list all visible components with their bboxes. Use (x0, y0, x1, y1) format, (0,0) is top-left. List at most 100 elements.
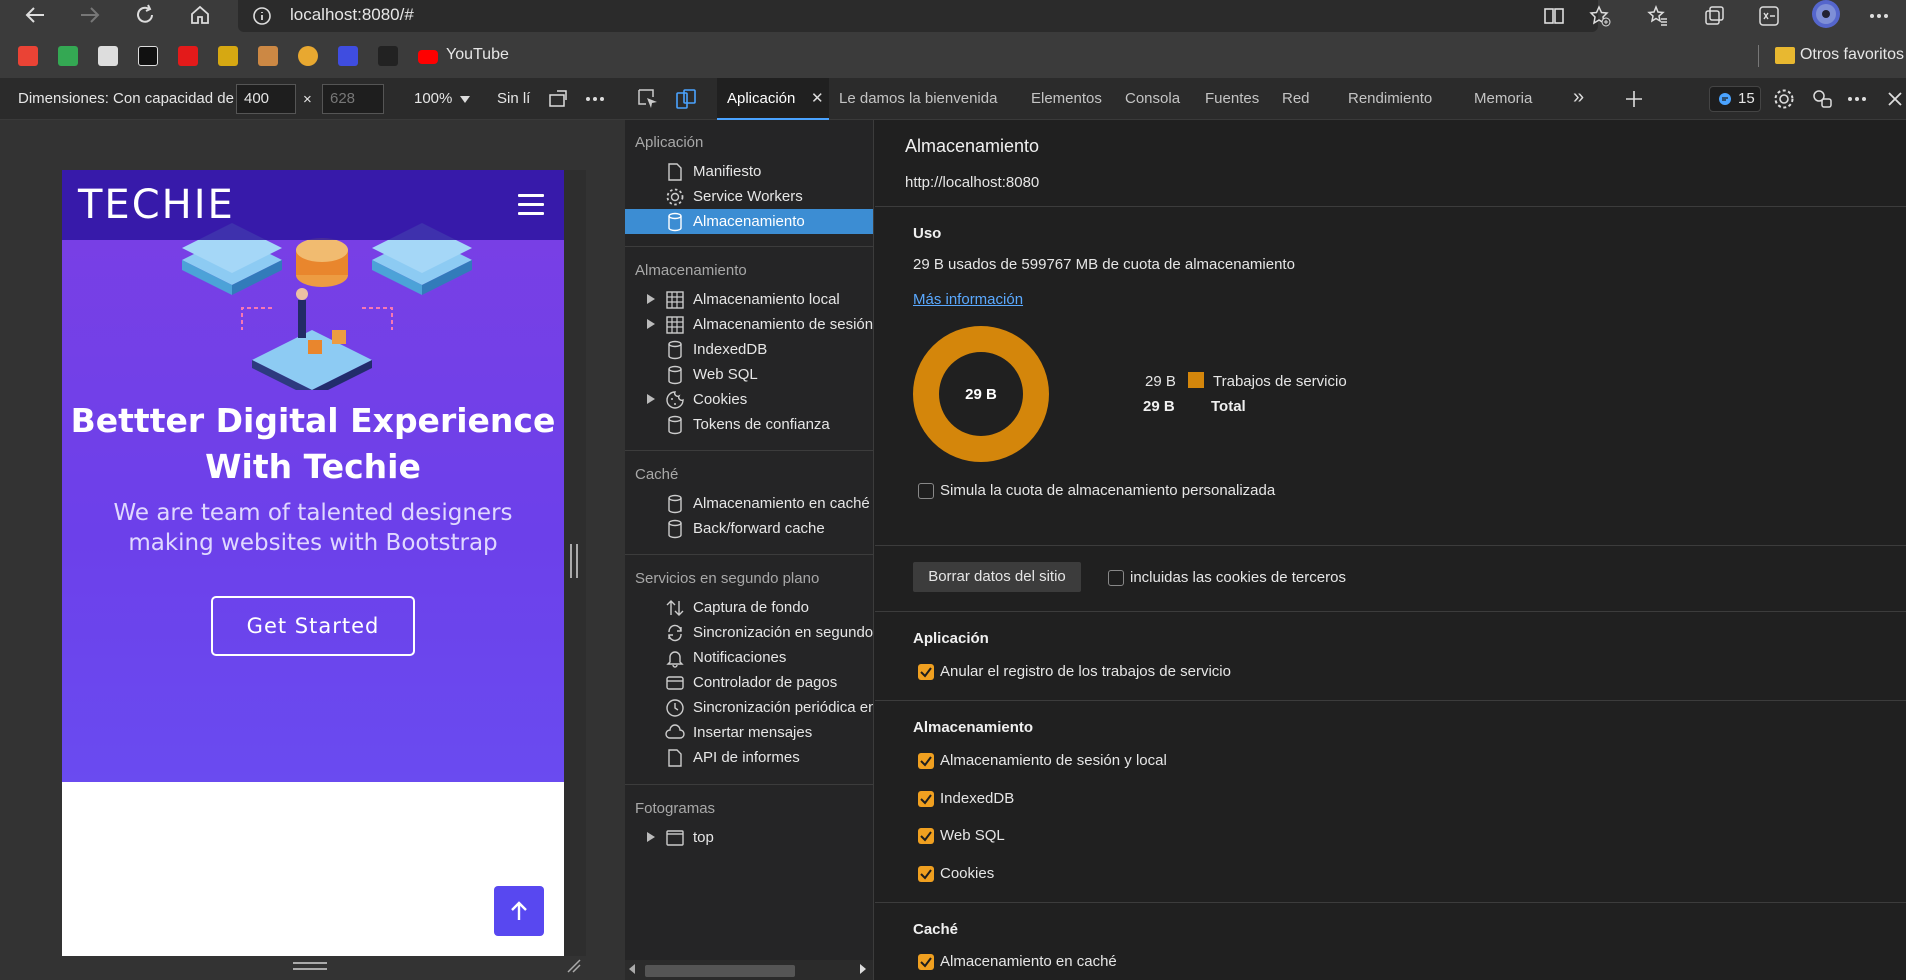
tab-elements[interactable]: Elementos (1031, 90, 1102, 107)
height-input[interactable]: 628 (322, 84, 384, 114)
bookmark-youtube[interactable]: YouTube (446, 46, 509, 64)
more-info-link[interactable]: Más información (913, 291, 1023, 308)
other-favorites[interactable]: Otros favoritos (1800, 46, 1904, 64)
rotate-icon[interactable] (548, 88, 570, 110)
dimensions-label[interactable]: Dimensiones: Con capacidad de (18, 90, 234, 107)
simulate-quota-checkbox[interactable] (918, 483, 934, 499)
inspect-icon[interactable] (637, 88, 659, 110)
bookmark-colorful-icon[interactable] (258, 46, 278, 66)
forward-button[interactable] (75, 2, 105, 28)
throttle-select[interactable]: Sin lí (497, 90, 533, 107)
scroll-right-icon[interactable] (860, 964, 866, 974)
sidebar-horizontal-scrollbar[interactable] (625, 960, 873, 980)
address-bar[interactable]: localhost:8080/# (238, 0, 1598, 32)
tab-performance[interactable]: Rendimiento (1348, 90, 1432, 107)
close-tab-icon[interactable]: ✕ (811, 89, 824, 107)
expand-arrow-icon[interactable] (647, 319, 655, 329)
sidebar-item-background-sync[interactable]: Sincronización en segundo (625, 620, 873, 645)
unregister-sw-label[interactable]: Anular el registro de los trabajos de se… (940, 663, 1231, 680)
bookmark-mask-icon[interactable] (218, 46, 238, 66)
bookmark-hex-icon[interactable] (298, 46, 318, 66)
sidebar-item-notifications[interactable]: Notificaciones (625, 645, 873, 670)
websql-label[interactable]: Web SQL (940, 827, 1005, 844)
folder-icon[interactable] (1775, 47, 1795, 64)
cookies-label[interactable]: Cookies (940, 865, 994, 882)
sidebar-item-reporting-api[interactable]: API de informes (625, 745, 873, 770)
width-input[interactable]: 400 (236, 84, 296, 114)
tab-console[interactable]: Consola (1125, 90, 1180, 107)
favorites-button[interactable] (1644, 3, 1672, 29)
immersive-reader-button[interactable] (1540, 3, 1568, 29)
profile-avatar[interactable] (1810, 0, 1842, 30)
get-started-button[interactable]: Get Started (211, 596, 415, 656)
sidebar-item-cookies[interactable]: Cookies (625, 387, 873, 412)
hamburger-menu-icon[interactable] (518, 194, 544, 216)
sidebar-item-indexeddb[interactable]: IndexedDB (625, 337, 873, 362)
clear-site-data-button[interactable]: Borrar datos del sitio (913, 562, 1081, 592)
sidebar-item-push-messaging[interactable]: Insertar mensajes (625, 720, 873, 745)
cache-storage-checkbox[interactable] (918, 954, 934, 970)
sidebar-item-periodic-sync[interactable]: Sincronización periódica en (625, 695, 873, 720)
indexeddb-checkbox[interactable] (918, 791, 934, 807)
resize-corner-icon[interactable] (566, 958, 582, 974)
bookmark-q-icon[interactable] (138, 46, 158, 66)
back-to-top-button[interactable] (494, 886, 544, 936)
issues-badge[interactable]: 15 (1709, 86, 1761, 112)
sidebar-item-trust-tokens[interactable]: Tokens de confianza (625, 412, 873, 437)
address-text[interactable]: localhost:8080/# (290, 5, 414, 25)
settings-gear-icon[interactable] (1773, 88, 1795, 110)
third-party-cookies-label[interactable]: incluidas las cookies de terceros (1130, 569, 1346, 586)
expand-arrow-icon[interactable] (647, 832, 655, 842)
scroll-left-icon[interactable] (629, 964, 635, 974)
scrollbar-thumb[interactable] (645, 965, 795, 977)
tab-network[interactable]: Red (1282, 90, 1310, 107)
youtube-icon[interactable] (418, 50, 438, 64)
sidebar-item-storage[interactable]: Almacenamiento (625, 209, 873, 234)
session-local-label[interactable]: Almacenamiento de sesión y local (940, 752, 1167, 769)
back-button[interactable] (20, 2, 50, 28)
sidebar-item-websql[interactable]: Web SQL (625, 362, 873, 387)
third-party-cookies-checkbox[interactable] (1108, 570, 1124, 586)
cookies-checkbox[interactable] (918, 866, 934, 882)
info-icon[interactable] (252, 6, 272, 26)
home-button[interactable] (185, 2, 215, 28)
tab-welcome[interactable]: Le damos la bienvenida (839, 90, 997, 107)
sidebar-item-background-fetch[interactable]: Captura de fondo (625, 595, 873, 620)
tab-memory[interactable]: Memoria (1474, 90, 1532, 107)
gmail-icon[interactable] (18, 46, 38, 66)
tab-sources[interactable]: Fuentes (1205, 90, 1259, 107)
collections-button[interactable] (1700, 3, 1728, 29)
tab-aplicacion[interactable]: Aplicación ✕ (717, 78, 829, 120)
sidebar-item-manifest[interactable]: Manifiesto (625, 159, 873, 184)
simulate-quota-label[interactable]: Simula la cuota de almacenamiento person… (940, 482, 1275, 499)
add-favorite-button[interactable] (1586, 3, 1614, 29)
math-solver-button[interactable] (1755, 3, 1783, 29)
browser-menu-button[interactable] (1865, 3, 1893, 29)
cache-storage-label[interactable]: Almacenamiento en caché (940, 953, 1117, 970)
bookmark-doc-icon[interactable] (98, 46, 118, 66)
sidebar-item-payment-handler[interactable]: Controlador de pagos (625, 670, 873, 695)
feedback-icon[interactable] (1811, 88, 1833, 110)
site-logo[interactable]: TECHIE (78, 182, 235, 228)
close-devtools-icon[interactable] (1887, 91, 1903, 107)
sidebar-item-bfcache[interactable]: Back/forward cache (625, 516, 873, 541)
sidebar-item-service-workers[interactable]: Service Workers (625, 184, 873, 209)
zoom-dropdown-icon[interactable] (460, 96, 470, 103)
add-tab-icon[interactable] (1625, 90, 1643, 108)
reload-button[interactable] (130, 2, 160, 28)
more-tabs-icon[interactable]: » (1573, 86, 1584, 109)
zoom-select[interactable]: 100% (414, 90, 452, 107)
bookmark-h-icon[interactable] (338, 46, 358, 66)
sidebar-item-frame-top[interactable]: top (625, 825, 873, 850)
expand-arrow-icon[interactable] (647, 394, 655, 404)
device-emulation-icon[interactable] (675, 88, 697, 110)
resize-handle-bottom[interactable] (293, 962, 327, 970)
sidebar-item-cache-storage[interactable]: Almacenamiento en caché (625, 491, 873, 516)
session-local-checkbox[interactable] (918, 753, 934, 769)
device-more-icon[interactable] (585, 96, 605, 102)
expand-arrow-icon[interactable] (647, 294, 655, 304)
unregister-sw-checkbox[interactable] (918, 664, 934, 680)
adobe-icon[interactable] (178, 46, 198, 66)
bookmark-bat-icon[interactable] (378, 46, 398, 66)
websql-checkbox[interactable] (918, 828, 934, 844)
